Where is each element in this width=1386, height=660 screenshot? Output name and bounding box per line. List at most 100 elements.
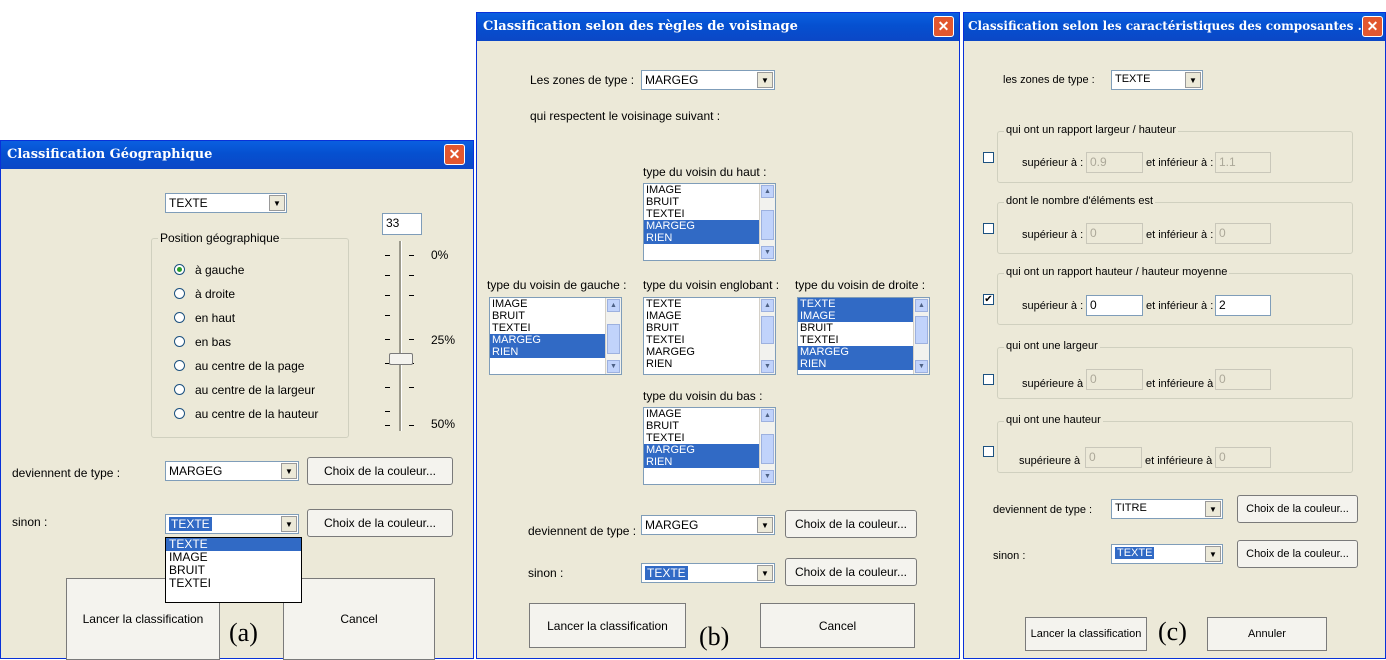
list-item[interactable]: BRUIT	[490, 310, 621, 322]
run-classification-button[interactable]: Lancer la classification	[529, 603, 686, 648]
inf-input[interactable]: 2	[1215, 295, 1271, 316]
scroll-thumb[interactable]	[761, 316, 774, 344]
list-item[interactable]: RIEN	[644, 358, 775, 370]
chevron-down-icon[interactable]: ▼	[1185, 72, 1201, 88]
radio-button[interactable]	[174, 336, 185, 347]
droite-listbox[interactable]: TEXTE IMAGE BRUIT TEXTEI MARGEG RIEN ▲ ▼	[797, 297, 930, 375]
list-item[interactable]: TEXTE	[798, 298, 929, 310]
inf-input[interactable]: 0	[1215, 223, 1271, 244]
sinon-select[interactable]: TEXTE ▼	[641, 563, 775, 583]
checkbox-ratio-height[interactable]: ✔	[983, 294, 994, 305]
color-button[interactable]: Choix de la couleur...	[307, 457, 453, 485]
list-item[interactable]: RIEN	[644, 456, 775, 468]
sup-input[interactable]: 0	[1086, 223, 1143, 244]
scroll-down-icon[interactable]: ▼	[607, 360, 620, 373]
englobant-listbox[interactable]: TEXTE IMAGE BRUIT TEXTEI MARGEG RIEN ▲ ▼	[643, 297, 776, 375]
checkbox-count[interactable]	[983, 223, 994, 234]
deviennent-select[interactable]: MARGEG ▼	[165, 461, 299, 481]
sup-input[interactable]: 0	[1086, 369, 1143, 390]
scroll-thumb[interactable]	[915, 316, 928, 344]
color-button-sinon[interactable]: Choix de la couleur...	[1237, 540, 1358, 568]
checkbox-height[interactable]	[983, 446, 994, 457]
scroll-down-icon[interactable]: ▼	[761, 470, 774, 483]
radio-button[interactable]	[174, 312, 185, 323]
list-item[interactable]: IMAGE	[490, 298, 621, 310]
checkbox-ratio-wh[interactable]	[983, 152, 994, 163]
chevron-down-icon[interactable]: ▼	[1205, 546, 1221, 562]
list-item[interactable]: MARGEG	[644, 220, 775, 232]
list-item[interactable]: RIEN	[644, 232, 775, 244]
inf-input[interactable]: 1.1	[1215, 152, 1271, 173]
radio-button[interactable]	[174, 288, 185, 299]
scrollbar[interactable]: ▲ ▼	[759, 408, 775, 484]
list-item[interactable]: BRUIT	[644, 196, 775, 208]
scroll-up-icon[interactable]: ▲	[761, 185, 774, 198]
list-item[interactable]: TEXTE	[644, 298, 775, 310]
deviennent-select[interactable]: MARGEG ▼	[641, 515, 775, 535]
radio-button[interactable]	[174, 264, 185, 275]
scroll-thumb[interactable]	[607, 324, 620, 354]
radio-button[interactable]	[174, 408, 185, 419]
chevron-down-icon[interactable]: ▼	[281, 463, 297, 479]
zones-select[interactable]: MARGEG ▼	[641, 70, 775, 90]
scroll-thumb[interactable]	[761, 434, 774, 464]
chevron-down-icon[interactable]: ▼	[1205, 501, 1221, 517]
sup-input[interactable]: 0	[1085, 447, 1142, 468]
list-item[interactable]: TEXTEI	[644, 432, 775, 444]
list-item[interactable]: MARGEG	[490, 334, 621, 346]
scroll-thumb[interactable]	[761, 210, 774, 240]
list-item[interactable]: IMAGE	[644, 408, 775, 420]
chevron-down-icon[interactable]: ▼	[757, 72, 773, 88]
scroll-up-icon[interactable]: ▲	[607, 299, 620, 312]
radio-button[interactable]	[174, 360, 185, 371]
list-item[interactable]: RIEN	[798, 358, 929, 370]
close-icon[interactable]: ✕	[933, 16, 954, 37]
gauche-listbox[interactable]: IMAGE BRUIT TEXTEI MARGEG RIEN ▲ ▼	[489, 297, 622, 375]
deviennent-select[interactable]: TITRE ▼	[1111, 499, 1223, 519]
list-item[interactable]: TEXTEI	[644, 208, 775, 220]
inf-input[interactable]: 0	[1215, 369, 1271, 390]
haut-listbox[interactable]: IMAGE BRUIT TEXTEI MARGEG RIEN ▲ ▼	[643, 183, 776, 261]
type-select[interactable]: TEXTE ▼	[165, 193, 287, 213]
sinon-select[interactable]: TEXTE ▼	[1111, 544, 1223, 564]
color-button[interactable]: Choix de la couleur...	[785, 510, 917, 538]
radio-button[interactable]	[174, 384, 185, 395]
scroll-down-icon[interactable]: ▼	[761, 360, 774, 373]
chevron-down-icon[interactable]: ▼	[757, 517, 773, 533]
cancel-button[interactable]: Cancel	[283, 578, 435, 660]
sinon-dropdown-list[interactable]: TEXTE IMAGE BRUIT TEXTEI	[165, 537, 302, 603]
scrollbar[interactable]: ▲ ▼	[913, 298, 929, 374]
list-item[interactable]: MARGEG	[644, 346, 775, 358]
scrollbar[interactable]: ▲ ▼	[759, 298, 775, 374]
list-item[interactable]: MARGEG	[644, 444, 775, 456]
slider-thumb[interactable]	[389, 353, 413, 365]
zones-select[interactable]: TEXTE ▼	[1111, 70, 1203, 90]
inf-input[interactable]: 0	[1215, 447, 1271, 468]
close-icon[interactable]: ✕	[444, 144, 465, 165]
run-classification-button[interactable]: Lancer la classification	[1025, 617, 1147, 651]
color-button-sinon[interactable]: Choix de la couleur...	[785, 558, 917, 586]
color-button-sinon[interactable]: Choix de la couleur...	[307, 509, 453, 537]
scroll-up-icon[interactable]: ▲	[915, 299, 928, 312]
sup-input[interactable]: 0	[1086, 295, 1143, 316]
cancel-button[interactable]: Annuler	[1207, 617, 1327, 651]
sup-input[interactable]: 0.9	[1086, 152, 1143, 173]
checkbox-width[interactable]	[983, 374, 994, 385]
list-item[interactable]: IMAGE	[798, 310, 929, 322]
list-item[interactable]: MARGEG	[798, 346, 929, 358]
scroll-up-icon[interactable]: ▲	[761, 299, 774, 312]
dropdown-option[interactable]: TEXTEI	[166, 577, 301, 590]
scroll-down-icon[interactable]: ▼	[915, 360, 928, 373]
list-item[interactable]: TEXTEI	[798, 334, 929, 346]
chevron-down-icon[interactable]: ▼	[757, 565, 773, 581]
bas-listbox[interactable]: IMAGE BRUIT TEXTEI MARGEG RIEN ▲ ▼	[643, 407, 776, 485]
close-icon[interactable]: ✕	[1362, 16, 1383, 37]
list-item[interactable]: IMAGE	[644, 310, 775, 322]
sinon-select[interactable]: TEXTE ▼	[165, 514, 299, 534]
list-item[interactable]: BRUIT	[798, 322, 929, 334]
list-item[interactable]: BRUIT	[644, 322, 775, 334]
list-item[interactable]: RIEN	[490, 346, 621, 358]
chevron-down-icon[interactable]: ▼	[281, 516, 297, 532]
scroll-down-icon[interactable]: ▼	[761, 246, 774, 259]
list-item[interactable]: TEXTEI	[644, 334, 775, 346]
